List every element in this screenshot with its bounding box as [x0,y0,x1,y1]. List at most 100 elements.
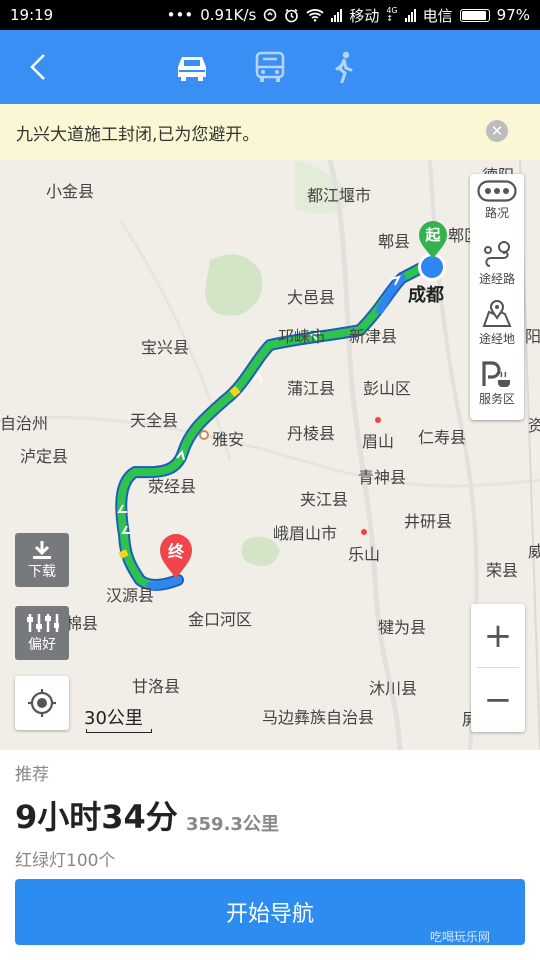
back-arrow-icon [30,54,45,80]
place-label: 夹江县 [300,490,349,509]
network-speed: 0.91K/s [200,6,257,24]
start-navigation-label: 开始导航 [225,902,314,927]
place-label: 天全县 [130,411,179,430]
carrier-1: 移动 [349,6,380,25]
route-slow-segment [118,549,129,559]
status-time: 19:19 [10,6,54,24]
map-scale-bar [86,729,152,733]
place-label: 小金县 [46,182,95,201]
traffic-icon [477,180,517,202]
traffic-lights-count: 红绿灯100个 [15,851,116,871]
locate-icon [28,689,56,717]
notice-text: 九兴大道施工封闭,已为您避开。 [16,124,260,145]
route-distance: 359.3公里 [186,814,279,835]
place-label: 自治州 [0,414,49,433]
route-via-icon [484,241,510,267]
place-label: 丹棱县 [287,424,336,443]
place-label: 都江堰市 [307,186,372,205]
place-label: 犍为县 [378,618,427,637]
place-label: 资 [528,416,540,435]
place-label: 甘洛县 [132,677,181,696]
service-area-button[interactable]: 服务区 [470,360,524,416]
place-label: 汉源县 [106,586,155,605]
4g-icon: 4G ↕ [386,6,398,23]
bus-icon [255,51,285,82]
place-label: 阳 [525,327,540,346]
tab-bus[interactable] [250,30,290,104]
place-label: 沐川县 [369,679,418,698]
signal-icon [331,8,343,22]
place-label: 井研县 [404,512,453,531]
more-dots-icon: ••• [166,6,194,24]
place-label: 彭山区 [363,379,412,398]
place-label: 乐山 [348,545,381,564]
place-label: 马边彝族自治县 [262,708,375,727]
download-label: 下载 [28,563,56,580]
zoom-in-button[interactable]: + [471,604,525,668]
back-button[interactable] [18,30,58,104]
sliders-icon [27,613,59,632]
tab-walk[interactable] [326,30,362,104]
place-label: 金口河区 [188,610,253,629]
route-slow-segment [229,385,241,398]
preference-button[interactable]: 偏好 [15,606,69,660]
route-type-label: 推荐 [15,765,49,785]
place-label: 峨眉山市 [273,524,338,543]
signal-2-icon [404,8,416,22]
place-label: 眉山 [362,432,395,451]
data-sync-icon [264,8,277,22]
city-dot [375,417,381,423]
start-marker-label: 起 [425,226,441,244]
place-label: 泸定县 [20,447,69,466]
map-tool-panel: 路况 途经路 途经地 服务区 [470,174,524,420]
end-marker: 终 [158,532,194,580]
place-label: 荣县 [486,561,519,580]
download-button[interactable]: 下载 [15,533,69,587]
watermark: 吃喝玩乐网 [430,930,491,944]
place-label: 成都 [408,285,444,306]
place-label: 威 [528,542,540,561]
place-label: 仁寿县 [418,428,467,447]
map-view[interactable]: 小金县 都江堰市 德阳 郫县 郫区 成都 大邑县 邛崃市 新津县 宝兴县 蒲江县… [0,160,540,750]
road-notice: 九兴大道施工封闭,已为您避开。 ✕ [0,104,540,160]
alarm-icon [285,8,299,22]
route-via-button[interactable]: 途经路 [470,240,524,296]
tab-car[interactable] [170,30,214,104]
traffic-label: 路况 [484,206,509,220]
zoom-controls: + − [471,604,525,732]
status-bar: 19:19 ••• 0.91K/s 移动 4G ↕ 电信 97% [0,0,540,30]
carrier-2: 电信 [422,6,453,25]
map-pin-icon [482,300,512,327]
route-via-label: 途经路 [478,272,515,286]
zoom-out-button[interactable]: − [471,668,525,732]
place-label: 蒲江县 [287,379,336,398]
traffic-button[interactable]: 路况 [470,180,524,236]
preference-label: 偏好 [28,636,56,653]
walk-icon [335,51,353,83]
place-label: 青神县 [358,468,407,487]
place-label: 郫县 [378,232,411,251]
place-label: 大邑县 [287,288,336,307]
locate-button[interactable] [15,676,69,730]
close-icon[interactable]: ✕ [486,120,508,142]
place-label: 雅安 [212,430,245,449]
status-icons: ••• 0.91K/s 移动 4G ↕ 电信 97% [167,5,530,26]
wifi-icon [306,9,324,22]
travel-mode-bar [0,30,540,104]
download-icon [33,540,51,559]
city-dot [361,529,367,535]
map-base [0,160,540,750]
battery-percent: 97% [496,6,530,24]
car-icon [178,57,206,81]
service-area-icon [482,361,510,387]
place-label: 荥经县 [148,477,197,496]
green-area [205,254,263,316]
place-label: 新津县 [349,327,398,346]
place-label: 邛崃市 [278,327,327,346]
waypoint-button[interactable]: 途经地 [470,300,524,356]
place-label: 宝兴县 [141,338,190,357]
city-dot [199,430,209,440]
route-summary-card[interactable]: 推荐 9小时34分 359.3公里 红绿灯100个 开始导航 吃喝玩乐网 [0,750,540,960]
end-marker-label: 终 [167,542,184,561]
route-duration: 9小时34分 [15,798,178,836]
